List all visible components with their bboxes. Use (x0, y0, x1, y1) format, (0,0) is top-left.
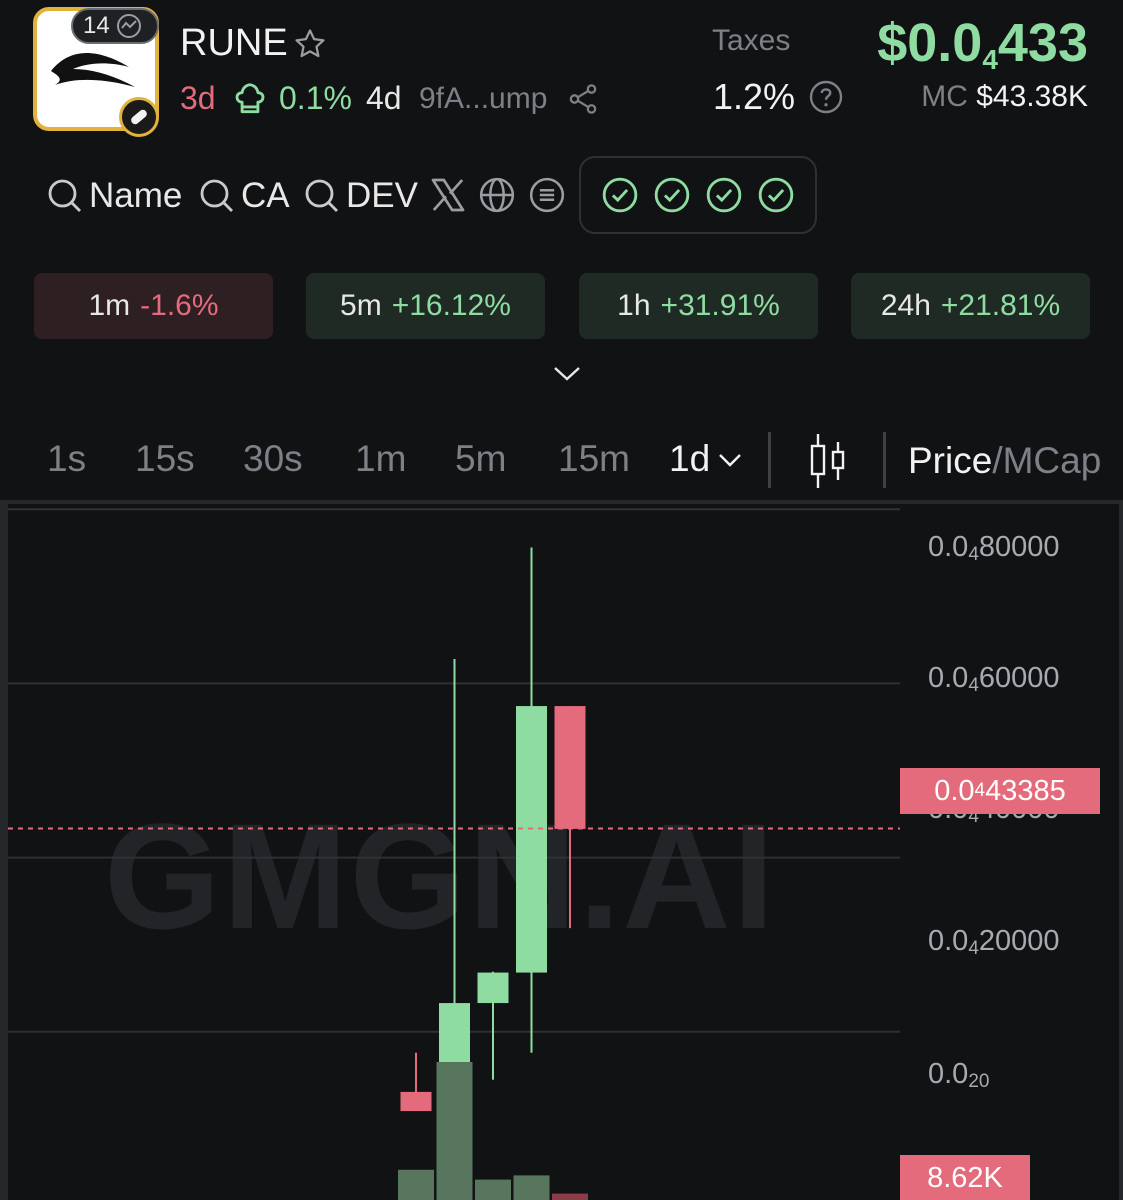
change-timeframe: 1h (617, 289, 651, 322)
search-name-link[interactable]: Name (45, 176, 182, 216)
taxes-value: 1.2% (713, 76, 796, 117)
change-tile-24h[interactable]: 24h +21.81% (851, 273, 1090, 339)
change-tile-1m[interactable]: 1m -1.6% (34, 273, 273, 339)
dev-age: 4d (366, 80, 402, 116)
last-price-zero-count: 4 (974, 780, 986, 801)
toolbar-divider (768, 432, 771, 488)
price-main: $0.0 (877, 13, 983, 73)
share-icon[interactable] (566, 82, 600, 116)
timeframe-tab-15s[interactable]: 15s (135, 438, 195, 480)
document-circle-icon[interactable] (528, 176, 566, 214)
mcap-option[interactable]: MCap (1003, 440, 1102, 481)
chevron-down-icon[interactable] (716, 448, 744, 472)
token-price: $0.04433 (877, 12, 1088, 76)
mcap-value: $43.38K (976, 80, 1088, 113)
volume-bar (552, 1193, 588, 1200)
check-circle-icon (758, 177, 794, 213)
holders-badge: 14 (71, 8, 159, 44)
y-tick-zero-count: 4 (968, 938, 979, 959)
change-value: +16.12% (391, 289, 511, 322)
timeframe-tab-30s[interactable]: 30s (243, 438, 303, 480)
y-tick-main: 0.0 (928, 531, 969, 563)
check-circle-icon (706, 177, 742, 213)
candle-body (554, 706, 586, 829)
last-price-tail: 43385 (985, 774, 1066, 807)
y-tick-tail: 80000 (978, 531, 1060, 563)
contract-address[interactable]: 9fA...ump (419, 82, 547, 116)
candlestick-chart[interactable] (0, 504, 1123, 1200)
change-tile-1h[interactable]: 1h +31.91% (579, 273, 818, 339)
change-value: +21.81% (940, 289, 1061, 322)
check-circle-icon (602, 177, 638, 213)
timeframe-tab-1m[interactable]: 1m (355, 438, 406, 480)
search-icon (305, 179, 339, 213)
pill-icon (131, 109, 147, 125)
y-tick-main: 0.0 (928, 925, 969, 957)
last-price-tag: 0.0 4 43385 (900, 768, 1100, 814)
token-age: 3d (180, 80, 216, 116)
change-value: -1.6% (140, 289, 219, 322)
help-question-icon[interactable] (808, 79, 844, 115)
change-timeframe: 1m (88, 289, 131, 322)
mcap-label: MC (921, 80, 968, 113)
change-value: +31.91% (660, 289, 780, 322)
website-globe-icon[interactable] (478, 176, 516, 214)
x-twitter-icon[interactable] (428, 175, 468, 215)
volume-bar (475, 1179, 511, 1200)
favorite-star-icon[interactable] (293, 27, 327, 61)
audit-checks-box[interactable] (579, 156, 817, 234)
timeframe-tab-1d[interactable]: 1d (669, 438, 710, 480)
y-tick-main: 0.0 (928, 1058, 969, 1090)
volume-bar (398, 1169, 434, 1200)
chart-circle-icon (116, 14, 141, 38)
y-tick-zero-count: 4 (968, 675, 979, 696)
token-name: RUNE (180, 22, 288, 64)
timeframe-tab-5m[interactable]: 5m (455, 438, 506, 480)
search-dev-label: DEV (346, 176, 418, 215)
dev-holding-pct: 0.1% (279, 80, 352, 116)
last-price-main: 0.0 (934, 774, 975, 807)
search-name-label: Name (89, 176, 183, 215)
timeframe-tab-15m[interactable]: 15m (558, 438, 630, 480)
y-axis-tick-label: 0.020 (928, 1058, 989, 1093)
price-mcap-toggle[interactable]: Price/MCap (908, 440, 1101, 482)
y-tick-zero-count: 20 (968, 1071, 990, 1092)
change-timeframe: 24h (880, 289, 931, 322)
price-tail: 433 (997, 13, 1088, 73)
search-ca-link[interactable]: CA (197, 176, 290, 216)
check-circle-icon (654, 177, 690, 213)
y-axis-tick-label: 0.0420000 (928, 925, 1060, 960)
candlestick-chart-icon[interactable] (806, 432, 850, 490)
timeframe-tab-1s[interactable]: 1s (47, 438, 86, 480)
y-axis-tick-label: 0.0460000 (928, 662, 1060, 697)
dev-chef-hat-icon (235, 83, 265, 114)
price-option[interactable]: Price (908, 440, 992, 481)
toolbar-divider (883, 432, 886, 488)
volume-bar (513, 1175, 550, 1200)
candle-body (400, 1091, 432, 1112)
price-zero-count: 4 (982, 44, 998, 75)
chevron-down-icon[interactable] (551, 362, 583, 384)
volume-tag: 8.62K (900, 1155, 1030, 1200)
candle-body (477, 972, 509, 1004)
volume-bar (436, 1062, 473, 1200)
change-timeframe: 5m (340, 289, 382, 322)
search-icon (48, 179, 82, 213)
holders-count: 14 (83, 12, 110, 39)
search-dev-link[interactable]: DEV (302, 176, 418, 216)
taxes-label: Taxes (712, 24, 791, 57)
candle-body (516, 706, 547, 973)
change-tile-5m[interactable]: 5m +16.12% (306, 273, 545, 339)
y-tick-zero-count: 4 (968, 544, 979, 565)
pump-pill-badge (119, 97, 159, 137)
toggle-separator: / (992, 440, 1003, 481)
search-icon (200, 179, 234, 213)
market-cap: MC $43.38K (921, 80, 1088, 114)
y-tick-tail: 60000 (978, 662, 1060, 694)
search-ca-label: CA (241, 176, 290, 215)
y-tick-main: 0.0 (928, 662, 969, 694)
y-tick-tail: 20000 (978, 925, 1060, 957)
y-axis-tick-label: 0.0480000 (928, 531, 1060, 566)
